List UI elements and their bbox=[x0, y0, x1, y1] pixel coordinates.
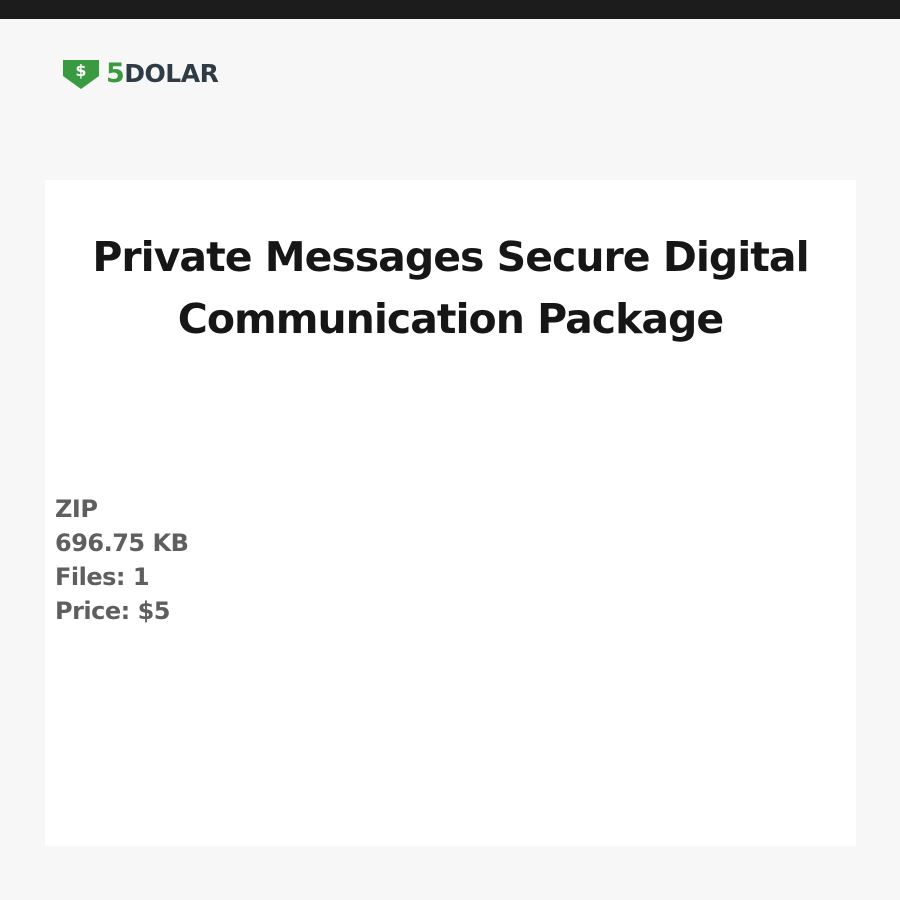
logo-text: 5 DOLAR bbox=[106, 57, 219, 91]
product-title: Private Messages Secure Digital Communic… bbox=[92, 233, 809, 343]
product-meta: ZIP 696.75 KB Files: 1 Price: $5 bbox=[55, 492, 189, 628]
file-format: ZIP bbox=[55, 495, 98, 523]
dollar-shield-icon: $ bbox=[63, 60, 99, 89]
svg-text:$: $ bbox=[75, 61, 86, 80]
file-size: 696.75 KB bbox=[55, 529, 189, 557]
file-count: Files: 1 bbox=[55, 563, 150, 591]
logo-five: 5 bbox=[106, 58, 125, 89]
product-card: Private Messages Secure Digital Communic… bbox=[45, 180, 856, 846]
logo-word: DOLAR bbox=[124, 59, 219, 88]
top-bar bbox=[0, 0, 900, 19]
site-logo[interactable]: $ 5 DOLAR bbox=[59, 57, 219, 91]
product-price: Price: $5 bbox=[55, 597, 171, 625]
